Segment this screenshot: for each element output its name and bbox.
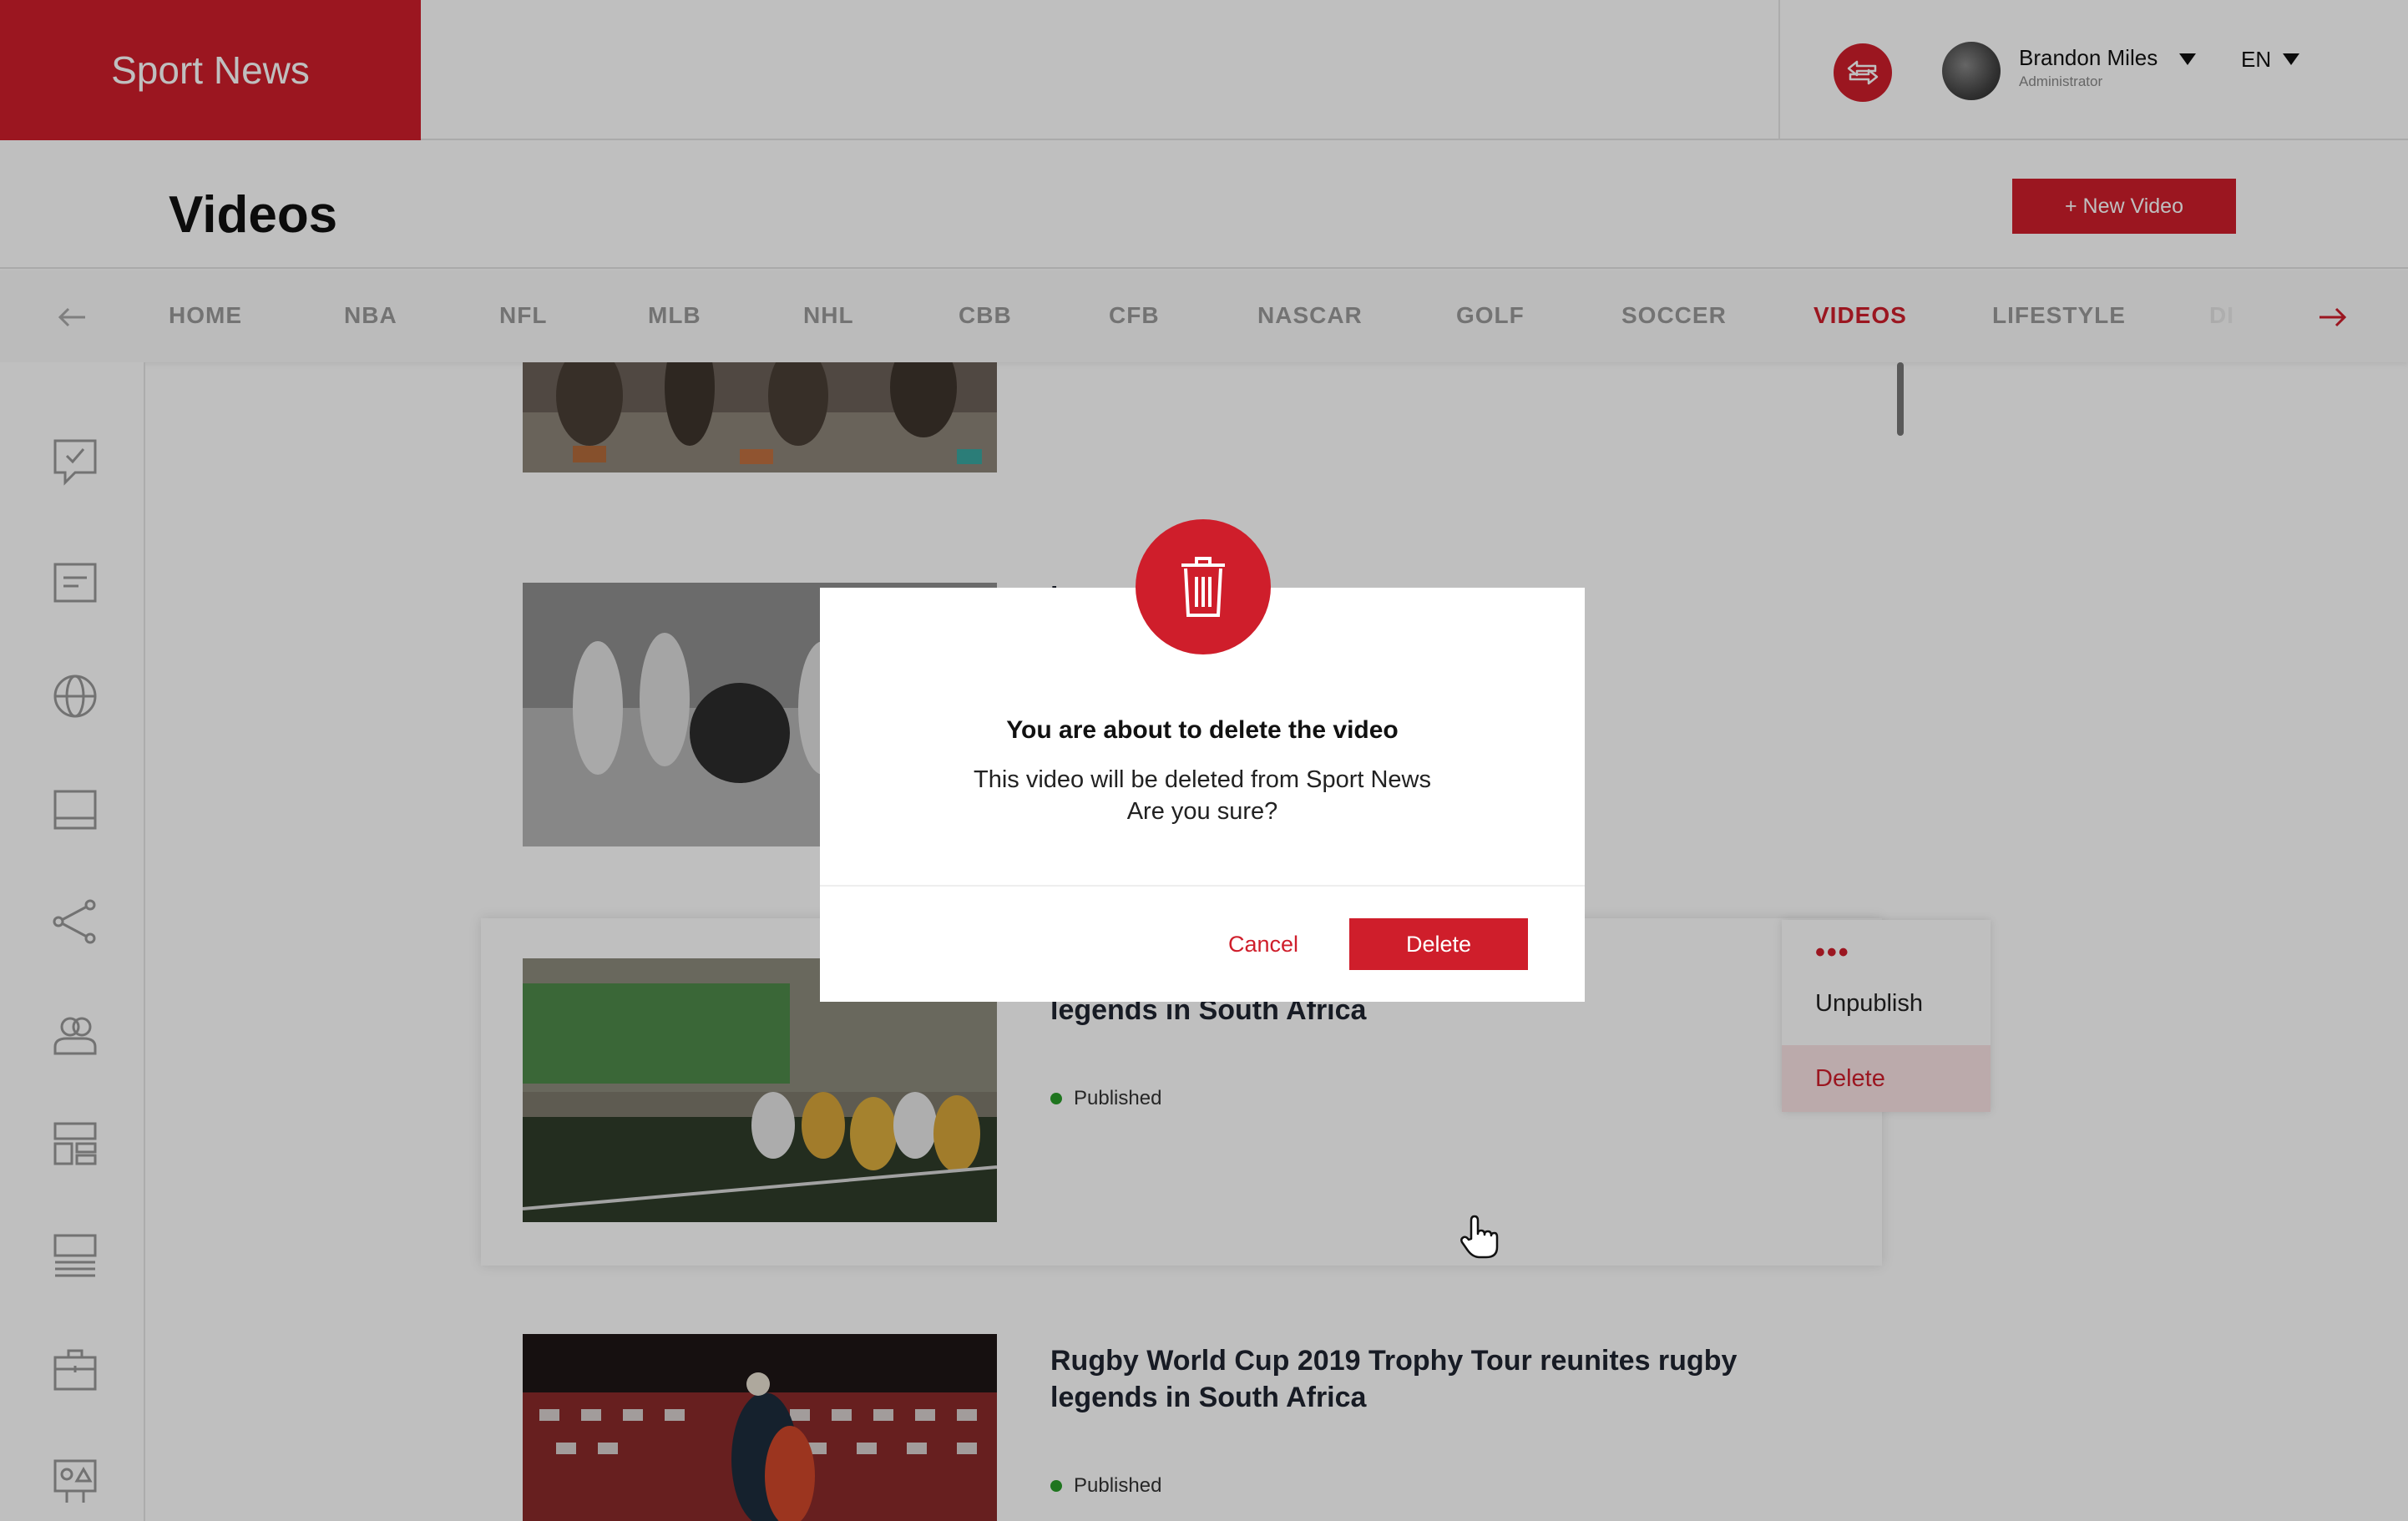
hand-cursor-icon bbox=[1458, 1214, 1500, 1259]
trash-icon bbox=[1136, 519, 1271, 654]
dialog-message: This video will be deleted from Sport Ne… bbox=[973, 766, 1431, 793]
delete-button[interactable]: Delete bbox=[1349, 918, 1528, 970]
cancel-button[interactable]: Cancel bbox=[1202, 918, 1324, 970]
dialog-divider bbox=[820, 885, 1585, 887]
dialog-question: Are you sure? bbox=[1126, 798, 1278, 825]
dialog-heading: You are about to delete the video bbox=[1006, 716, 1399, 744]
